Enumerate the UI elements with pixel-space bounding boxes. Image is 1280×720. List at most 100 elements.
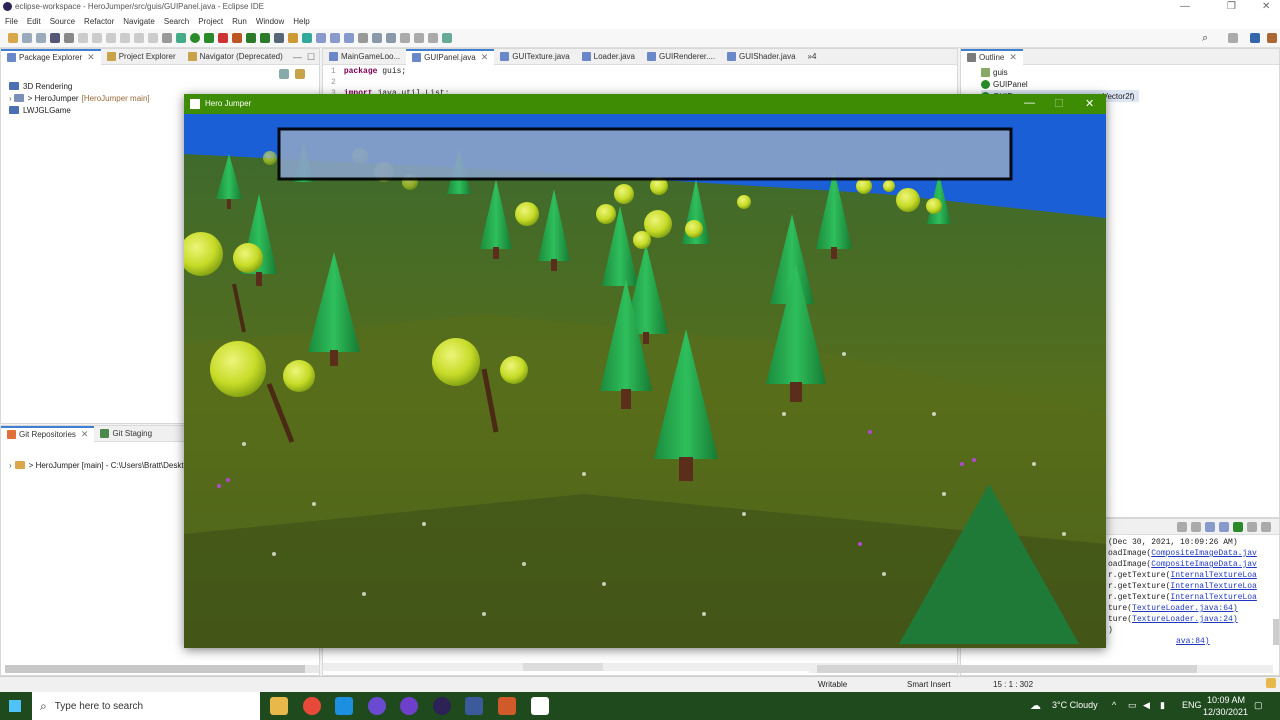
expand-chevron-icon[interactable]: › <box>9 94 12 103</box>
notifications-icon[interactable]: ▢ <box>1254 700 1263 711</box>
link-editor-icon[interactable] <box>293 69 307 81</box>
block-selection-icon[interactable] <box>344 33 354 43</box>
skip-breakpoints-icon[interactable] <box>64 33 74 43</box>
close-tab-icon[interactable]: ✕ <box>1009 52 1017 63</box>
resume-icon[interactable] <box>78 33 88 43</box>
horizontal-scrollbar[interactable] <box>5 665 319 673</box>
game-title-bar[interactable]: Hero Jumper — ☐ ✕ <box>184 94 1106 114</box>
step-into-icon[interactable] <box>134 33 144 43</box>
forward-icon[interactable] <box>428 33 438 43</box>
progress-icon[interactable] <box>1266 678 1276 688</box>
word-wrap-icon[interactable] <box>1219 521 1229 532</box>
show-whitespace-icon[interactable] <box>358 33 368 43</box>
menu-window[interactable]: Window <box>256 17 284 26</box>
tree-item-git-herojumper[interactable]: › > HeroJumper [main] - C:\Users\Bratt\D… <box>9 459 188 471</box>
collapse-all-icon[interactable] <box>277 69 291 81</box>
menu-navigate[interactable]: Navigate <box>123 17 155 26</box>
step-over-icon[interactable] <box>148 33 158 43</box>
tab-git-repositories[interactable]: Git Repositories ✕ <box>1 425 95 442</box>
toggle-word-wrap-icon[interactable] <box>330 33 340 43</box>
eclipse-taskbar-icon[interactable] <box>433 697 451 715</box>
tree-item-lwjglgame[interactable]: LWJGLGame <box>9 104 150 116</box>
outline-item-class[interactable]: GUIPanel <box>981 78 1139 90</box>
game-close-button[interactable]: ✕ <box>1085 97 1094 110</box>
menu-help[interactable]: Help <box>293 17 309 26</box>
tab-loader[interactable]: Loader.java <box>576 49 641 65</box>
game-maximize-button[interactable]: ☐ <box>1054 97 1064 110</box>
taskbar-search[interactable]: ⌕ Type here to search <box>32 692 260 720</box>
run-dropdown-icon[interactable] <box>204 33 214 43</box>
clock-date[interactable]: 12/30/2021 <box>1203 707 1248 717</box>
game-minimize-button[interactable]: — <box>1024 97 1035 109</box>
stack-link[interactable]: TextureLoader.java:64) <box>1132 604 1238 613</box>
game-window[interactable]: Hero Jumper — ☐ ✕ <box>184 94 1106 648</box>
menu-source[interactable]: Source <box>50 17 75 26</box>
new-icon[interactable] <box>8 33 18 43</box>
search-tool-icon[interactable] <box>288 33 298 43</box>
tab-guirenderer[interactable]: GUIRenderer.... <box>641 49 721 65</box>
run-icon[interactable] <box>190 33 200 43</box>
stack-link[interactable]: InternalTextureLoa <box>1170 582 1256 591</box>
outline-item-package[interactable]: guis <box>981 66 1139 78</box>
tab-git-staging[interactable]: Git Staging <box>94 426 158 442</box>
open-type-icon[interactable] <box>274 33 284 43</box>
viber-icon[interactable] <box>368 697 386 715</box>
editor-taskbar-icon[interactable] <box>465 697 483 715</box>
stack-link[interactable]: ava:84) <box>1176 637 1210 646</box>
tab-guipanel[interactable]: GUIPanel.java ✕ <box>406 48 495 65</box>
menu-run[interactable]: Run <box>232 17 247 26</box>
minimize-view-icon[interactable]: — <box>293 52 302 62</box>
tab-package-explorer[interactable]: Package Explorer ✕ <box>1 48 101 65</box>
close-tab-icon[interactable]: ✕ <box>81 429 89 440</box>
tray-chevron-icon[interactable]: ^ <box>1112 700 1116 710</box>
tab-navigator[interactable]: Navigator (Deprecated) <box>182 49 289 65</box>
stack-link[interactable]: CompositeImageData.jav <box>1151 549 1257 558</box>
close-tab-icon[interactable]: ✕ <box>481 52 489 63</box>
next-annotation-icon[interactable] <box>372 33 382 43</box>
tree-item-herojumper[interactable]: › > HeroJumper [HeroJumper main] <box>9 92 150 104</box>
skype-icon[interactable] <box>335 697 353 715</box>
stack-link[interactable]: InternalTextureLoa <box>1170 593 1256 602</box>
save-icon[interactable] <box>22 33 32 43</box>
battery-icon[interactable]: ▮ <box>1160 700 1165 711</box>
tree-item-3d-rendering[interactable]: 3D Rendering <box>9 80 150 92</box>
external-tools-icon[interactable] <box>218 33 228 43</box>
menu-file[interactable]: File <box>5 17 18 26</box>
new-class-icon[interactable] <box>260 33 270 43</box>
game-viewport[interactable] <box>184 114 1106 648</box>
file-explorer-icon[interactable] <box>270 697 288 715</box>
close-button[interactable]: ✕ <box>1262 1 1270 12</box>
terminate-icon[interactable] <box>106 33 116 43</box>
close-tab-icon[interactable]: ✕ <box>87 52 95 63</box>
more-tabs-button[interactable]: »4 <box>802 49 823 65</box>
save-all-icon[interactable] <box>36 33 46 43</box>
maximize-button[interactable]: ❐ <box>1227 1 1236 12</box>
menu-refactor[interactable]: Refactor <box>84 17 114 26</box>
menu-search[interactable]: Search <box>164 17 189 26</box>
pin-editor-icon[interactable] <box>442 33 452 43</box>
tab-project-explorer[interactable]: Project Explorer <box>101 49 182 65</box>
terminal-icon[interactable] <box>50 33 60 43</box>
back-icon[interactable] <box>414 33 424 43</box>
volume-icon[interactable]: ◀ <box>1143 700 1150 711</box>
view-menu-icon[interactable] <box>1261 521 1271 532</box>
pin-console-icon[interactable] <box>1205 521 1215 532</box>
game-taskbar-icon[interactable] <box>531 697 549 715</box>
tab-guitexture[interactable]: GUITexture.java <box>494 49 575 65</box>
suspend-icon[interactable] <box>92 33 102 43</box>
stack-link[interactable]: TextureLoader.java:24) <box>1132 615 1238 624</box>
tab-outline[interactable]: Outline ✕ <box>961 48 1023 65</box>
console-horizontal-scrollbar[interactable] <box>809 665 1273 673</box>
display-console-icon[interactable] <box>1233 521 1243 532</box>
prev-annotation-icon[interactable] <box>386 33 396 43</box>
java-taskbar-icon[interactable] <box>498 697 516 715</box>
menu-project[interactable]: Project <box>198 17 223 26</box>
expand-chevron-icon[interactable]: › <box>9 461 12 470</box>
maximize-view-icon[interactable]: ☐ <box>307 52 315 63</box>
annotation-icon[interactable] <box>302 33 312 43</box>
tab-guishader[interactable]: GUIShader.java <box>721 49 801 65</box>
java-perspective-icon[interactable] <box>1250 33 1260 43</box>
console-output[interactable]: (Dec 30, 2021, 10:09:26 AM) oadImage(Com… <box>1108 538 1278 648</box>
open-perspective-icon[interactable] <box>1228 33 1238 43</box>
weather-text[interactable]: 3°C Cloudy <box>1052 700 1098 710</box>
